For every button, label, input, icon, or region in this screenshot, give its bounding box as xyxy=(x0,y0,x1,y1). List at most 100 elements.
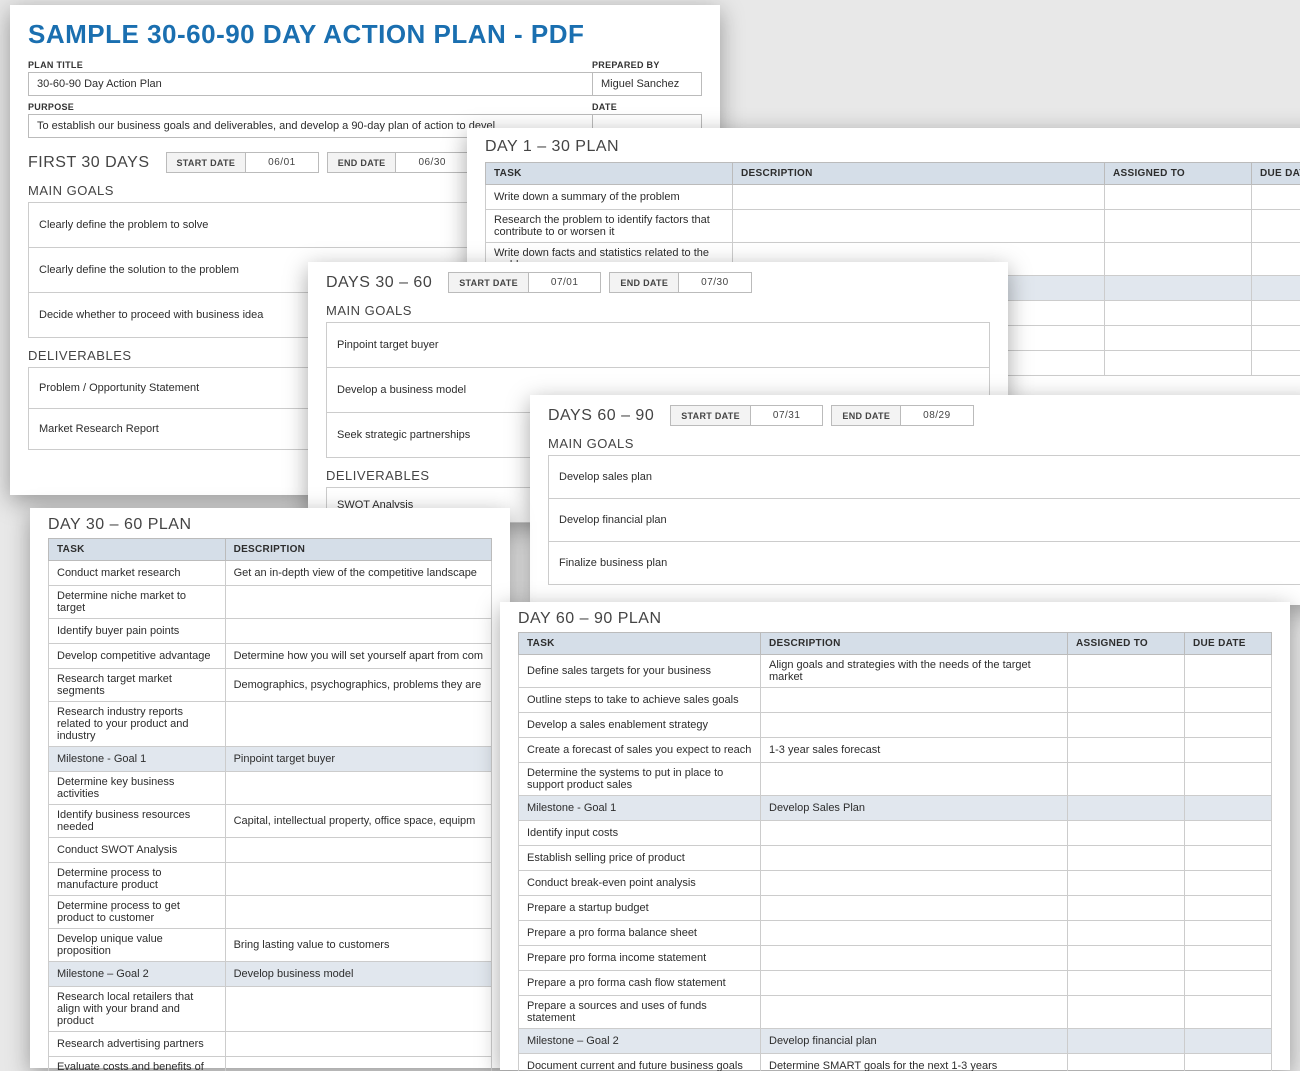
task-cell: Develop a sales enablement strategy xyxy=(519,713,761,738)
desc-cell xyxy=(761,921,1068,946)
due-cell xyxy=(1185,1029,1272,1054)
goal-item: Pinpoint target buyer xyxy=(327,323,990,368)
desc-cell xyxy=(761,846,1068,871)
due-cell xyxy=(1252,326,1300,351)
desc-cell xyxy=(225,619,491,644)
assigned-cell xyxy=(1068,921,1185,946)
task-cell: Define sales targets for your business xyxy=(519,655,761,688)
days30-60-heading-row: DAYS 30 – 60 START DATE 07/01 END DATE 0… xyxy=(326,272,990,293)
due-cell xyxy=(1185,1054,1272,1071)
task-cell: Prepare pro forma income statement xyxy=(519,946,761,971)
desc-cell xyxy=(225,586,491,619)
days30-60-main-goals-heading: MAIN GOALS xyxy=(326,303,990,318)
due-cell xyxy=(1185,846,1272,871)
due-cell xyxy=(1252,276,1300,301)
prepared-by-label: PREPARED BY xyxy=(592,60,702,70)
assigned-cell xyxy=(1105,326,1252,351)
due-cell xyxy=(1252,351,1300,376)
desc-cell xyxy=(733,210,1105,243)
assigned-cell xyxy=(1068,846,1185,871)
due-cell xyxy=(1252,243,1300,276)
desc-cell: Align goals and strategies with the need… xyxy=(761,655,1068,688)
end-date-label: END DATE xyxy=(831,405,901,426)
start-date-label: START DATE xyxy=(166,152,247,173)
task-cell: Determine niche market to target xyxy=(49,586,226,619)
day60-90-plan-table: TASK DESCRIPTION ASSIGNED TO DUE DATE De… xyxy=(518,632,1272,1071)
col-description: DESCRIPTION xyxy=(761,633,1068,655)
end-date-value: 06/30 xyxy=(396,152,469,173)
desc-cell xyxy=(225,1057,491,1071)
day30-60-plan-table: TASK DESCRIPTION Conduct market research… xyxy=(48,538,492,1071)
end-date-label: END DATE xyxy=(327,152,397,173)
due-cell xyxy=(1252,185,1300,210)
desc-cell xyxy=(225,838,491,863)
task-cell: Prepare a sources and uses of funds stat… xyxy=(519,996,761,1029)
assigned-cell xyxy=(1068,688,1185,713)
start-date-label: START DATE xyxy=(670,405,751,426)
document-title: SAMPLE 30-60-90 DAY ACTION PLAN - PDF xyxy=(28,19,702,50)
date-label: DATE xyxy=(592,102,702,112)
days60-90-heading: DAYS 60 – 90 xyxy=(548,407,654,425)
desc-cell: Get an in-depth view of the competitive … xyxy=(225,561,491,586)
page-day30-60-plan: DAY 30 – 60 PLAN TASK DESCRIPTION Conduc… xyxy=(30,508,510,1068)
first-30-dates: START DATE 06/01 END DATE 06/30 xyxy=(166,152,477,173)
day30-60-plan-heading: DAY 30 – 60 PLAN xyxy=(48,516,192,534)
desc-cell xyxy=(761,763,1068,796)
task-cell: Prepare a pro forma balance sheet xyxy=(519,921,761,946)
purpose-label: PURPOSE xyxy=(28,102,592,112)
desc-cell xyxy=(761,971,1068,996)
due-cell xyxy=(1185,996,1272,1029)
desc-cell xyxy=(761,946,1068,971)
desc-cell xyxy=(225,987,491,1032)
desc-cell: Demographics, psychographics, problems t… xyxy=(225,669,491,702)
plan-title-value: 30-60-90 Day Action Plan xyxy=(28,72,592,96)
assigned-cell xyxy=(1105,243,1252,276)
assigned-cell xyxy=(1105,351,1252,376)
col-due-date: DUE DATE xyxy=(1185,633,1272,655)
assigned-cell xyxy=(1068,655,1185,688)
days60-90-main-goals-heading: MAIN GOALS xyxy=(548,436,1300,451)
due-cell xyxy=(1185,896,1272,921)
task-cell: Determine the systems to put in place to… xyxy=(519,763,761,796)
assigned-cell xyxy=(1105,301,1252,326)
assigned-cell xyxy=(1068,896,1185,921)
assigned-cell xyxy=(1105,185,1252,210)
task-cell: Identify input costs xyxy=(519,821,761,846)
desc-cell xyxy=(761,996,1068,1029)
task-cell: Research the problem to identify factors… xyxy=(486,210,733,243)
desc-cell: Bring lasting value to customers xyxy=(225,929,491,962)
assigned-cell xyxy=(1068,871,1185,896)
task-cell: Evaluate costs and benefits of partnersh… xyxy=(49,1057,226,1071)
due-cell xyxy=(1185,688,1272,713)
due-cell xyxy=(1185,713,1272,738)
assigned-cell xyxy=(1068,796,1185,821)
due-cell xyxy=(1185,655,1272,688)
desc-cell: Develop financial plan xyxy=(761,1029,1068,1054)
desc-cell xyxy=(225,1032,491,1057)
task-cell: Identify buyer pain points xyxy=(49,619,226,644)
task-cell: Determine process to get product to cust… xyxy=(49,896,226,929)
desc-cell xyxy=(761,896,1068,921)
col-due-date: DUE DATE xyxy=(1252,163,1300,185)
due-cell xyxy=(1185,796,1272,821)
days30-60-dates: START DATE 07/01 END DATE 07/30 xyxy=(448,272,759,293)
end-date-value: 08/29 xyxy=(901,405,974,426)
due-cell xyxy=(1185,921,1272,946)
days60-90-goals-table: Develop sales plan Develop financial pla… xyxy=(548,455,1300,585)
due-cell xyxy=(1185,871,1272,896)
day60-90-plan-heading: DAY 60 – 90 PLAN xyxy=(518,610,662,628)
assigned-cell xyxy=(1068,1054,1185,1071)
col-task: TASK xyxy=(486,163,733,185)
prepared-by-value: Miguel Sanchez xyxy=(592,72,702,96)
assigned-cell xyxy=(1068,821,1185,846)
document-stage: SAMPLE 30-60-90 DAY ACTION PLAN - PDF PL… xyxy=(0,0,1300,1071)
task-cell: Document current and future business goa… xyxy=(519,1054,761,1071)
task-cell: Determine key business activities xyxy=(49,772,226,805)
task-cell: Identify business resources needed xyxy=(49,805,226,838)
task-cell: Write down a summary of the problem xyxy=(486,185,733,210)
assigned-cell xyxy=(1068,996,1185,1029)
col-task: TASK xyxy=(49,539,226,561)
assigned-cell xyxy=(1068,971,1185,996)
assigned-cell xyxy=(1105,210,1252,243)
task-cell: Milestone - Goal 1 xyxy=(49,747,226,772)
